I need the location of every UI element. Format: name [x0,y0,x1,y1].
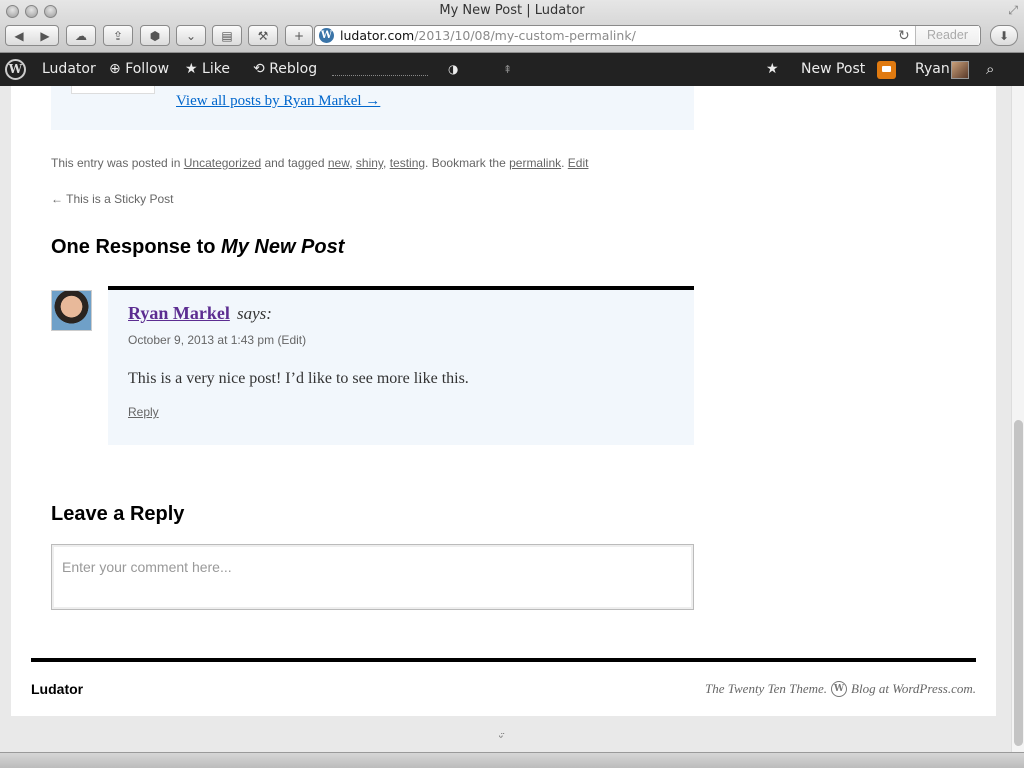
develop-button[interactable]: ⚒ [248,25,278,46]
entry-meta: This entry was posted in Uncategorized a… [51,156,589,170]
share-icon: ⇪ [112,28,124,43]
tag-link[interactable]: testing [390,156,425,170]
author-info-box: View all posts by Ryan Markel → [51,86,694,130]
pocket-button[interactable]: ⌄ [176,25,206,46]
comments-title-prefix: One Response to [51,236,222,258]
icloud-tabs-button[interactable]: ☁ [66,25,96,46]
pocket-icon: ⌄ [185,28,197,43]
address-bar[interactable]: W ludator.com/2013/10/08/my-custom-perma… [314,25,981,46]
wrench-icon: ⚒ [257,28,269,43]
adminbar-divider [332,75,428,76]
search-icon[interactable]: ⌕ [986,53,994,86]
meta-tagged: and tagged [261,156,328,170]
forward-icon[interactable]: ▶ [40,29,49,43]
sidebar-icon: ▤ [221,28,233,43]
stop-icon: ⬢ [149,28,161,43]
plus-icon: + [293,28,305,43]
permalink-link[interactable]: permalink [509,156,561,170]
cloud-icon: ☁ [75,28,87,43]
reader-button[interactable]: Reader [915,26,979,45]
previous-post-link[interactable]: ← This is a Sticky Post [51,192,173,206]
scrollbar-thumb[interactable] [1014,420,1023,746]
meta-bookmark: . Bookmark the [425,156,510,170]
adminbar-reblog[interactable]: ⟲ Reblog [253,53,317,86]
reader-star-icon[interactable]: ★ [766,53,779,86]
comment-date-link[interactable]: October 9, 2013 at 1:43 pm [128,333,274,347]
theme-toggle-icon[interactable]: ◑ [448,53,458,86]
comment: Ryan Markel says: October 9, 2013 at 1:4… [108,286,694,445]
comment-says: says: [237,304,272,323]
theme-link[interactable]: The Twenty Ten Theme. [705,681,827,697]
author-avatar [71,86,155,94]
notifications-icon[interactable] [877,61,896,79]
comments-title-post: My New Post [221,236,345,258]
adminbar-new-post[interactable]: New Post [801,53,865,86]
browser-toolbar: My New Post | Ludator ⤢ ◀ ▶ ☁ ⇪ ⬢ ⌄ ▤ ⚒ … [0,0,1024,53]
download-icon: ⬇ [998,28,1010,43]
view-all-posts-link[interactable]: View all posts by Ryan Markel → [176,93,380,110]
comments-title: One Response to My New Post [51,236,344,259]
like-label: Like [202,61,230,77]
wordpress-logo-icon[interactable]: W [5,59,26,80]
edit-post-link[interactable]: Edit [568,156,589,170]
reblog-label: Reblog [269,61,318,77]
comment-author-avatar[interactable] [51,290,92,331]
comment-text: This is a very nice post! I’d like to se… [128,370,469,387]
adminbar-user[interactable]: Ryan [915,53,950,86]
back-forward-buttons[interactable]: ◀ ▶ [5,25,59,46]
comment-textarea[interactable]: Enter your comment here... [51,544,694,610]
status-bar [0,752,1024,768]
blog-at-link[interactable]: Blog at WordPress.com. [851,681,976,697]
follow-icon: ⊕ [109,61,121,77]
reload-icon[interactable]: ↻ [898,27,910,44]
wordpress-favicon-icon: W [319,28,334,43]
star-icon: ★ [185,61,198,77]
extension-button[interactable]: ⬢ [140,25,170,46]
adminbar-site-link[interactable]: Ludator [42,53,96,86]
follow-label: Follow [125,61,170,77]
reblog-icon: ⟲ [253,61,265,77]
window-title: My New Post | Ludator [439,3,585,18]
comment-edit-link[interactable]: (Edit) [277,333,306,347]
adminbar-follow[interactable]: ⊕ Follow [109,53,169,86]
comment-reply-link[interactable]: Reply [128,405,159,419]
tag-link[interactable]: shiny [356,156,383,170]
new-tab-button[interactable]: + [285,25,313,46]
url-text[interactable]: ludator.com/2013/10/08/my-custom-permali… [340,28,636,43]
user-avatar[interactable] [951,61,969,79]
url-domain: ludator.com [340,28,415,43]
wp-admin-bar: W Ludator ⊕ Follow ★ Like ⟲ Reblog ◑ ⇞ ★… [0,53,1024,86]
category-link[interactable]: Uncategorized [184,156,261,170]
page-content: View all posts by Ryan Markel → This ent… [11,86,996,716]
downloads-button[interactable]: ⬇ [990,25,1018,46]
smiley-icon: ᵕ̈ [499,732,503,743]
footer-site-link[interactable]: Ludator [31,681,83,697]
comment-meta: October 9, 2013 at 1:43 pm (Edit) [128,333,306,347]
back-icon[interactable]: ◀ [14,29,23,43]
meta-prefix: This entry was posted in [51,156,184,170]
reply-title: Leave a Reply [51,503,185,525]
wordpress-logo-icon: W [831,681,848,697]
share-button[interactable]: ⇪ [103,25,133,46]
scroll-top-icon[interactable]: ⇞ [503,53,512,86]
vertical-scrollbar[interactable] [1011,86,1024,752]
url-path: /2013/10/08/my-custom-permalink/ [414,28,636,43]
sidebar-button[interactable]: ▤ [212,25,242,46]
tag-link[interactable]: new [328,156,349,170]
fullscreen-icon[interactable]: ⤢ [1008,3,1018,18]
adminbar-like[interactable]: ★ Like [185,53,230,86]
footer-credit: The Twenty Ten Theme. W Blog at WordPres… [705,681,976,697]
footer-divider [31,658,976,662]
comment-author-link[interactable]: Ryan Markel [128,303,230,324]
